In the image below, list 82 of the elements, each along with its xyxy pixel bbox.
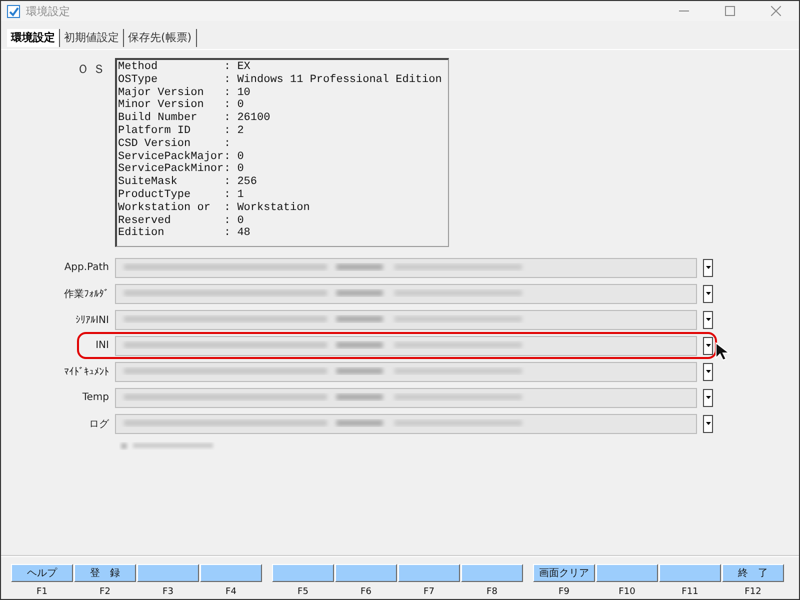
function-key-button[interactable]: 終 了 — [722, 564, 784, 582]
info-value: : 1 — [224, 188, 244, 202]
caret-down-icon — [706, 370, 710, 374]
info-value: : 0 — [224, 163, 244, 176]
function-key-button[interactable] — [335, 564, 397, 582]
close-icon — [771, 6, 781, 16]
caret-down-icon — [706, 396, 710, 400]
dropdown-button[interactable] — [703, 388, 713, 407]
function-key-label: F3 — [162, 587, 174, 597]
os-label: ＯＳ — [76, 61, 109, 78]
dropdown-button[interactable] — [703, 414, 713, 433]
function-key-button[interactable] — [596, 564, 658, 582]
function-key-label: F2 — [100, 587, 110, 597]
info-key: SuiteMask — [118, 176, 224, 189]
info-key: Reserved — [118, 214, 224, 228]
info-value: : Workstation — [224, 202, 310, 215]
info-key: ServicePackMajor — [118, 150, 224, 164]
dropdown-button[interactable] — [703, 336, 713, 355]
info-key: Platform ID — [118, 124, 224, 138]
field-label: ｼﾘｱﾙINI — [74, 314, 109, 326]
function-key-label: F10 — [618, 587, 636, 597]
function-key-button[interactable]: ヘルプ — [11, 564, 73, 582]
info-key: Minor Version — [118, 99, 224, 112]
caret-down-icon — [706, 292, 710, 296]
tab[interactable]: 保存先(帳票) — [124, 29, 197, 47]
function-key-label: F8 — [486, 587, 498, 597]
function-key-button[interactable]: 画面クリア — [533, 564, 595, 582]
info-key: Workstation or — [118, 202, 224, 215]
info-value: : 26100 — [224, 112, 270, 125]
dropdown-button[interactable] — [703, 310, 713, 329]
field-label: ﾏｲﾄﾞｷｭﾒﾝﾄ — [63, 366, 109, 378]
info-value: : 2 — [224, 124, 244, 138]
field-label: App.Path — [63, 262, 109, 274]
info-value: : 256 — [224, 176, 258, 189]
function-key-button[interactable] — [461, 564, 523, 582]
maximize-icon — [725, 6, 735, 16]
info-key: CSD Version — [118, 138, 224, 151]
tab[interactable]: 環境設定 — [7, 29, 60, 47]
function-key-label: F12 — [744, 587, 762, 597]
info-value: : 0 — [224, 99, 244, 112]
field-label: 作業ﾌｫﾙﾀﾞ — [63, 288, 109, 301]
info-key: Major Version — [118, 86, 224, 100]
window-title: 環境設定 — [26, 4, 71, 18]
function-key-label: F9 — [558, 587, 570, 597]
info-value: : 48 — [224, 227, 250, 240]
info-value: : 10 — [224, 86, 250, 100]
dropdown-button[interactable] — [703, 258, 713, 277]
function-key-label: F7 — [424, 587, 434, 597]
function-key-label: F4 — [226, 587, 236, 597]
caret-down-icon — [706, 344, 710, 348]
field-label: ログ — [88, 418, 109, 431]
app-icon — [7, 4, 20, 18]
info-key: Build Number — [118, 112, 224, 125]
function-key-label: F5 — [298, 587, 308, 597]
caret-down-icon — [706, 318, 710, 322]
info-key: OSType — [118, 74, 224, 87]
info-value: : 0 — [224, 150, 244, 164]
info-key: Method — [118, 61, 224, 74]
info-key: ServicePackMinor — [118, 163, 224, 176]
mouse-pointer-icon — [715, 342, 731, 362]
dropdown-button[interactable] — [703, 362, 713, 381]
function-key-button[interactable] — [398, 564, 460, 582]
field-label: INI — [94, 340, 109, 352]
info-value: : EX — [224, 61, 250, 74]
dropdown-button[interactable] — [703, 284, 713, 303]
function-key-label: F11 — [682, 587, 698, 597]
function-key-button[interactable] — [200, 564, 262, 582]
function-key-label: F1 — [36, 587, 48, 597]
function-key-button[interactable] — [137, 564, 199, 582]
field-label: Temp — [81, 392, 109, 404]
function-key-button[interactable] — [659, 564, 721, 582]
info-value: : — [224, 138, 231, 151]
caret-down-icon — [706, 266, 710, 270]
info-key: ProductType — [118, 188, 224, 202]
info-key: Edition — [118, 227, 224, 240]
tab[interactable]: 初期値設定 — [60, 29, 124, 47]
info-value: : 0 — [224, 214, 244, 228]
info-value: : Windows 11 Professional Edition — [224, 74, 442, 87]
function-key-label: F6 — [360, 587, 372, 597]
function-key-button[interactable] — [272, 564, 334, 582]
caret-down-icon — [706, 422, 710, 426]
function-key-button[interactable]: 登 録 — [74, 564, 136, 582]
